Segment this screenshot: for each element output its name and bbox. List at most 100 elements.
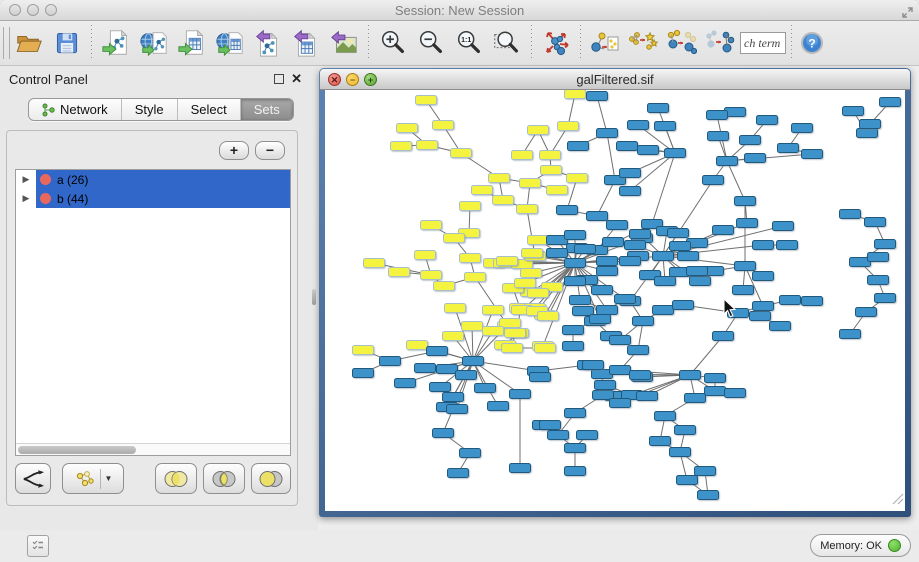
graph-node[interactable] xyxy=(528,236,549,245)
graph-node[interactable] xyxy=(650,437,671,446)
set-row-a[interactable]: ▶ a (26) xyxy=(16,170,290,189)
graph-node[interactable] xyxy=(590,315,611,324)
graph-node[interactable] xyxy=(740,136,761,145)
graph-node[interactable] xyxy=(567,174,588,183)
frame-resize-grip[interactable] xyxy=(891,492,904,510)
graph-node[interactable] xyxy=(505,329,526,338)
graph-node[interactable] xyxy=(475,384,496,393)
graph-node[interactable] xyxy=(483,306,504,315)
graph-node[interactable] xyxy=(407,341,428,350)
first-neighbors-button[interactable] xyxy=(624,24,662,62)
graph-node[interactable] xyxy=(577,431,598,440)
graph-node[interactable] xyxy=(770,322,791,331)
panel-divider[interactable] xyxy=(310,66,318,530)
graph-node[interactable] xyxy=(695,467,716,476)
graph-node[interactable] xyxy=(563,326,584,335)
difference-sets-button[interactable] xyxy=(251,463,291,494)
zoom-selected-button[interactable] xyxy=(488,24,526,62)
graph-node[interactable] xyxy=(548,431,569,440)
graph-node[interactable] xyxy=(675,426,696,435)
graph-node[interactable] xyxy=(757,116,778,125)
graph-node[interactable] xyxy=(587,92,608,101)
graph-node[interactable] xyxy=(875,240,896,249)
graph-node[interactable] xyxy=(673,301,694,310)
graph-node[interactable] xyxy=(633,317,654,326)
intersect-sets-button[interactable] xyxy=(203,463,245,494)
graph-node[interactable] xyxy=(713,332,734,341)
graph-node[interactable] xyxy=(595,381,616,390)
graph-node[interactable] xyxy=(857,129,878,138)
zoom-in-button[interactable] xyxy=(374,24,412,62)
graph-node[interactable] xyxy=(489,174,510,183)
graph-node[interactable] xyxy=(685,394,706,403)
graph-node[interactable] xyxy=(708,132,729,141)
graph-node[interactable] xyxy=(802,297,823,306)
tab-sets[interactable]: Sets xyxy=(241,99,293,120)
graph-node[interactable] xyxy=(880,98,901,107)
graph-node[interactable] xyxy=(690,277,711,286)
graph-node[interactable] xyxy=(773,222,794,231)
toolbar-drag-handle[interactable] xyxy=(3,27,10,59)
graph-node[interactable] xyxy=(472,186,493,195)
graph-node[interactable] xyxy=(456,371,477,380)
graph-node[interactable] xyxy=(593,391,614,400)
graph-node[interactable] xyxy=(565,259,586,268)
graph-node[interactable] xyxy=(707,111,728,120)
tab-network[interactable]: Network xyxy=(29,99,122,120)
graph-node[interactable] xyxy=(465,273,486,282)
graph-node[interactable] xyxy=(540,151,561,160)
network-canvas[interactable] xyxy=(325,90,905,511)
graph-node[interactable] xyxy=(713,226,734,235)
graph-node[interactable] xyxy=(488,402,509,411)
graph-node[interactable] xyxy=(528,289,549,298)
graph-node[interactable] xyxy=(451,149,472,158)
graph-node[interactable] xyxy=(397,124,418,133)
graph-node[interactable] xyxy=(583,361,604,370)
graph-node[interactable] xyxy=(395,379,416,388)
graph-node[interactable] xyxy=(698,491,719,500)
graph-node[interactable] xyxy=(433,429,454,438)
zoom-out-button[interactable] xyxy=(412,24,450,62)
graph-node[interactable] xyxy=(625,241,646,250)
graph-node[interactable] xyxy=(510,390,531,399)
graph-node[interactable] xyxy=(587,212,608,221)
graph-node[interactable] xyxy=(417,141,438,150)
graph-node[interactable] xyxy=(868,253,889,262)
graph-node[interactable] xyxy=(620,257,641,266)
graph-node[interactable] xyxy=(717,157,738,166)
help-button[interactable]: ? xyxy=(797,24,827,62)
graph-node[interactable] xyxy=(538,312,559,321)
scrollbar-thumb[interactable] xyxy=(18,446,136,454)
graph-node[interactable] xyxy=(655,277,676,286)
graph-node[interactable] xyxy=(520,179,541,188)
graph-node[interactable] xyxy=(777,241,798,250)
graph-node[interactable] xyxy=(610,399,631,408)
graph-node[interactable] xyxy=(753,302,774,311)
graph-node[interactable] xyxy=(610,336,631,345)
graph-node[interactable] xyxy=(430,383,451,392)
graph-node[interactable] xyxy=(597,129,618,138)
graph-node[interactable] xyxy=(868,276,889,285)
graph-node[interactable] xyxy=(483,327,504,336)
memory-status-button[interactable]: Memory: OK xyxy=(810,534,911,557)
graph-node[interactable] xyxy=(565,277,586,286)
graph-node[interactable] xyxy=(565,444,586,453)
graph-node[interactable] xyxy=(860,120,881,129)
graph-node[interactable] xyxy=(705,374,726,383)
graph-node[interactable] xyxy=(500,319,521,328)
graph-node[interactable] xyxy=(517,205,538,214)
graph-node[interactable] xyxy=(597,306,618,315)
graph-node[interactable] xyxy=(680,371,701,380)
graph-node[interactable] xyxy=(460,449,481,458)
graph-node[interactable] xyxy=(856,308,877,317)
graph-node[interactable] xyxy=(415,251,436,260)
graph-node[interactable] xyxy=(865,218,886,227)
import-table-file-button[interactable] xyxy=(173,24,211,62)
graph-node[interactable] xyxy=(665,149,686,158)
graph-node[interactable] xyxy=(840,210,861,219)
export-table-button[interactable] xyxy=(287,24,325,62)
graph-node[interactable] xyxy=(380,357,401,366)
graph-node[interactable] xyxy=(353,369,374,378)
graph-node[interactable] xyxy=(705,387,726,396)
graph-node[interactable] xyxy=(391,142,412,151)
